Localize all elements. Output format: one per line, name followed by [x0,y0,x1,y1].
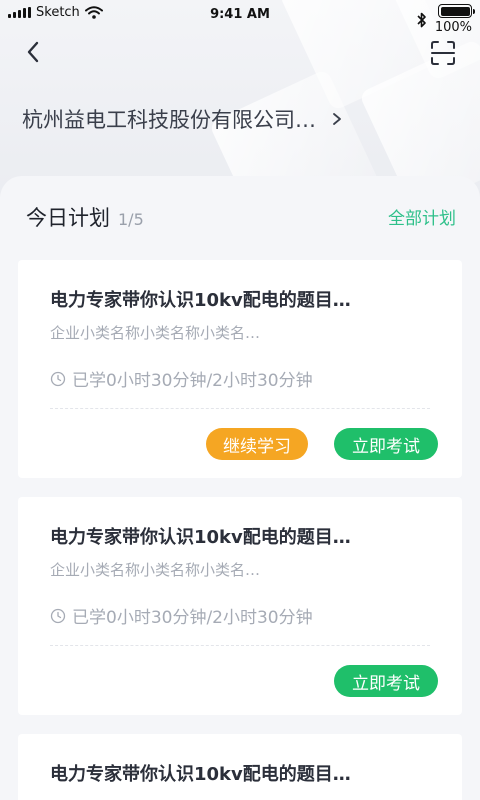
scan-icon[interactable] [430,40,456,66]
all-plans-link[interactable]: 全部计划 [388,204,456,229]
battery-percentage: 100% [434,20,472,35]
divider [50,408,430,409]
company-name: 杭州益电工科技股份有限公司… [22,108,316,132]
plan-card[interactable]: 电力专家带你认识10kv配电的题目… 企业小类名称小类名称小类名… 已学0小时3… [18,497,462,715]
clock-icon [50,371,66,386]
continue-study-button[interactable]: 继续学习 [206,428,308,460]
course-category: 企业小类名称小类名称小类名… [50,561,261,579]
plan-card[interactable]: 电力专家带你认识10kv配电的题目… [18,734,462,800]
course-title: 电力专家带你认识10kv配电的题目… [50,764,351,785]
battery-icon [438,4,475,18]
course-title: 电力专家带你认识10kv配电的题目… [50,527,351,548]
clock-icon [50,608,66,623]
divider [50,645,430,646]
course-category: 企业小类名称小类名称小类名… [50,324,261,342]
company-selector[interactable]: 杭州益电工科技股份有限公司… [22,104,462,134]
plan-card[interactable]: 电力专家带你认识10kv配电的题目… 企业小类名称小类名称小类名… 已学0小时3… [18,260,462,478]
study-progress: 已学0小时30分钟/2小时30分钟 [50,603,313,628]
status-bar: Sketch 9:41 AM 100% [0,0,480,35]
study-time-text: 已学0小时30分钟/2小时30分钟 [72,371,313,391]
plan-header: 今日计划 1/5 全部计划 [26,202,456,232]
bluetooth-icon [417,12,426,27]
take-exam-button[interactable]: 立即考试 [334,428,438,460]
plan-title: 今日计划 [26,206,110,230]
take-exam-button[interactable]: 立即考试 [334,665,438,697]
status-time: 9:41 AM [210,7,270,22]
plan-count: 1/5 [118,210,144,229]
study-progress: 已学0小时30分钟/2小时30分钟 [50,366,313,391]
back-arrow-icon[interactable] [20,38,48,66]
chevron-right-icon [333,113,341,125]
course-title: 电力专家带你认识10kv配电的题目… [50,290,351,311]
study-time-text: 已学0小时30分钟/2小时30分钟 [72,608,313,628]
